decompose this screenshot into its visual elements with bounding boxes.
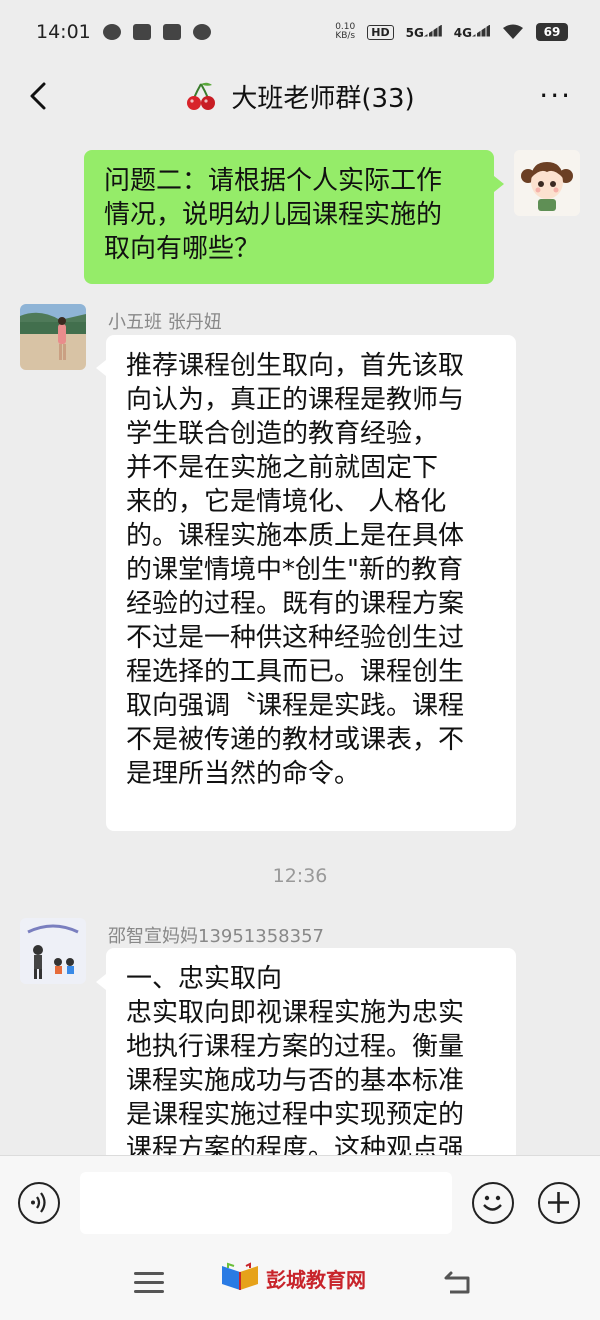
cherry-icon <box>187 82 216 110</box>
menu-icon[interactable] <box>134 1272 164 1294</box>
signal-5g: 5G <box>406 24 442 40</box>
emoji-button[interactable] <box>472 1182 514 1224</box>
beach-photo-avatar-icon <box>20 304 86 370</box>
bubble-tail <box>96 974 106 990</box>
message-bubble-zhang[interactable]: 推荐课程创生取向，首先该取 向认为，真正的课程是教师与 学生联合创造的教育经验，… <box>106 335 516 831</box>
sender-avatar-zhang[interactable] <box>20 304 86 370</box>
own-avatar[interactable] <box>514 150 580 216</box>
group-name: 大班老师群(33) <box>231 83 415 114</box>
more-functions-button[interactable] <box>538 1182 580 1224</box>
own-message-bubble[interactable]: 问题二：请根据个人实际工作 情况，说明幼儿园课程实施的 取向有哪些？ <box>84 150 494 284</box>
own-bubble-tail <box>494 176 504 192</box>
chat-title: 大班老师群(33) <box>185 78 415 115</box>
system-nav-bar: 彭城教育网 <box>0 1250 600 1320</box>
chat-header: 大班老师群(33) ··· <box>0 64 600 128</box>
voice-input-button[interactable] <box>18 1182 60 1224</box>
status-bar: 14:01 0.10 KB/s HD 5G 4G 69 <box>0 0 600 64</box>
status-left: 14:01 <box>36 21 211 43</box>
message-input[interactable] <box>80 1172 452 1234</box>
network-speed: 0.10 KB/s <box>335 22 356 41</box>
more-options-button[interactable]: ··· <box>539 82 572 110</box>
message-notification-icon <box>192 24 211 40</box>
app-notification-icon <box>132 24 151 40</box>
watermark-text: 彭城教育网 <box>266 1267 366 1292</box>
watermark-logo: 彭城教育网 <box>220 1260 366 1296</box>
wechat-notification-icon <box>102 24 121 40</box>
sender-avatar-shao[interactable] <box>20 918 86 984</box>
voice-icon <box>31 1192 46 1213</box>
time-separator: 12:36 <box>272 865 328 887</box>
status-time: 14:01 <box>36 21 91 43</box>
input-bar <box>0 1155 600 1251</box>
smiley-icon <box>483 1195 502 1211</box>
book-logo-icon <box>222 1262 258 1290</box>
plus-icon <box>548 1192 569 1213</box>
bubble-tail <box>96 360 106 376</box>
signal-bars-icon <box>423 24 442 37</box>
wifi-icon <box>503 24 523 39</box>
status-right: 0.10 KB/s HD 5G 4G 69 <box>335 23 568 41</box>
mail-notification-icon <box>162 24 181 40</box>
signal-4g: 4G <box>454 24 490 40</box>
sender-name: 邵智宣妈妈13951358357 <box>108 926 324 947</box>
signal-bars-icon <box>472 24 490 37</box>
back-arrow-icon[interactable] <box>22 78 58 114</box>
cartoon-girl-avatar-icon <box>514 150 580 216</box>
hd-badge: HD <box>367 24 394 40</box>
battery-indicator: 69 <box>536 23 568 41</box>
cartoon-kids-avatar-icon <box>20 918 86 984</box>
sender-name: 小五班 张丹妞 <box>108 312 222 333</box>
nav-back-icon[interactable] <box>440 1270 474 1296</box>
